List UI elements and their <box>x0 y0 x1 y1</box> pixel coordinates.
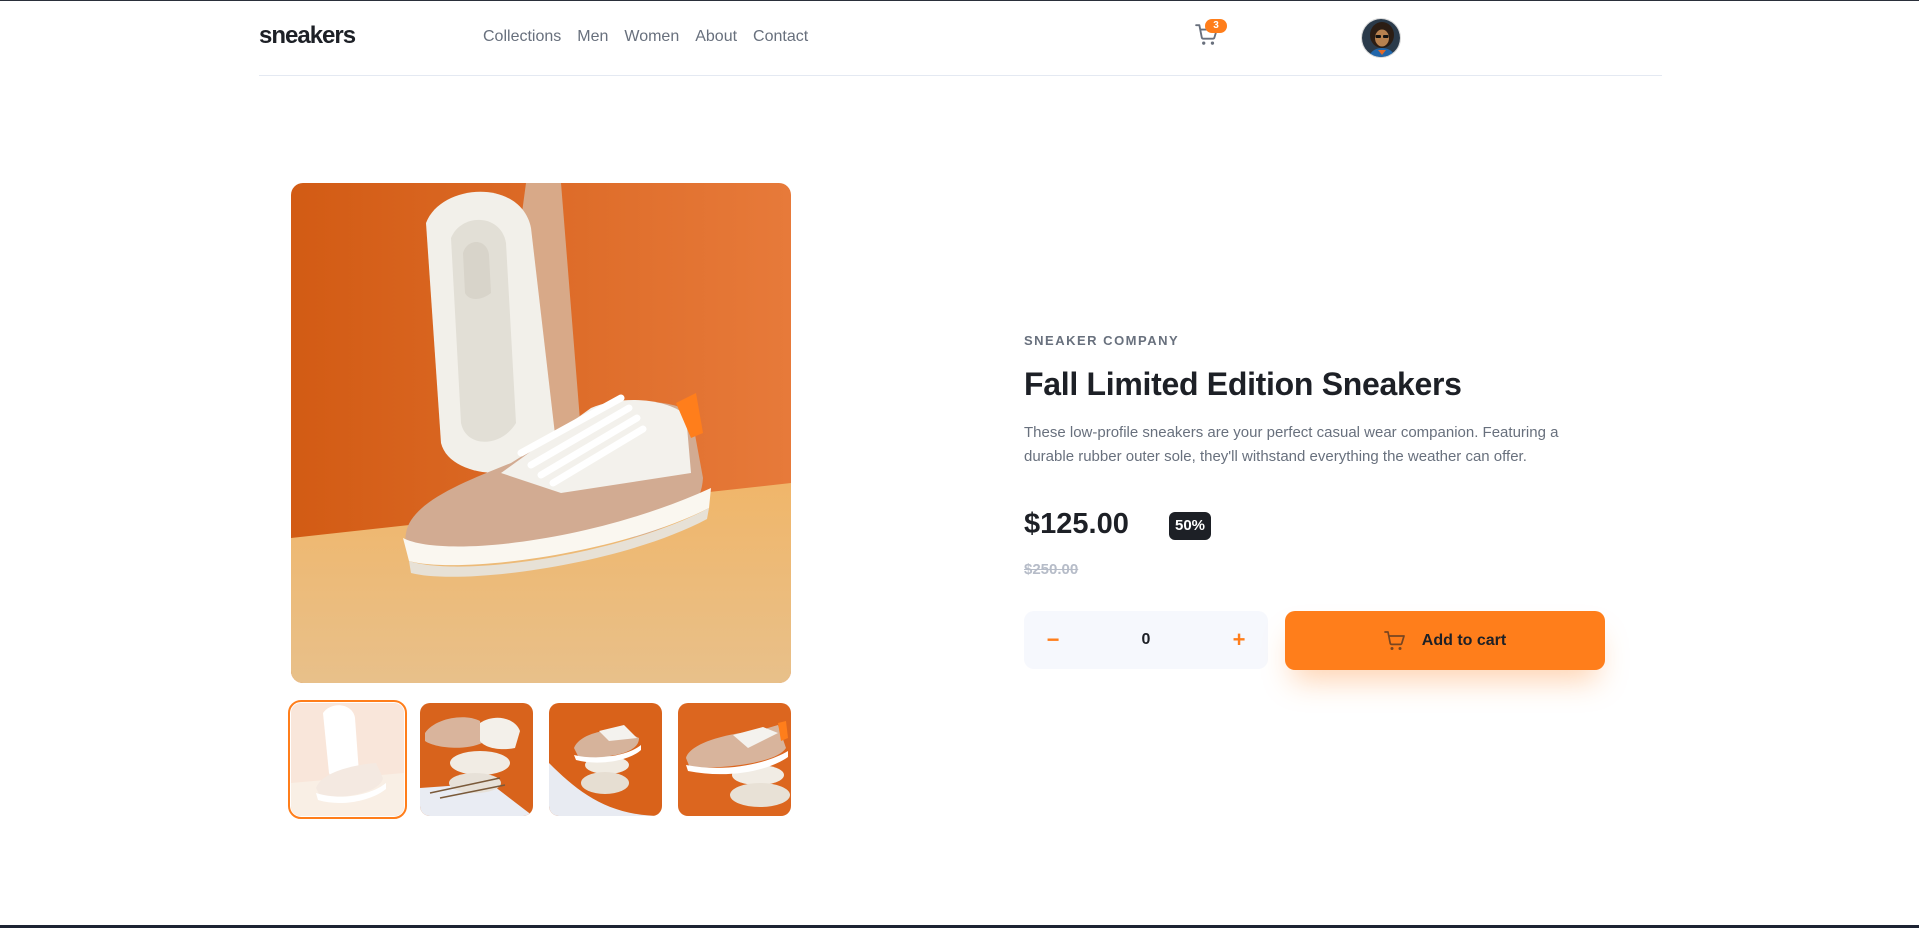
nav-link-collections[interactable]: Collections <box>483 28 561 46</box>
user-avatar[interactable] <box>1361 18 1401 58</box>
logo[interactable]: sneakers <box>259 22 356 50</box>
main-product-image[interactable] <box>291 183 791 683</box>
cart-icon <box>1383 630 1405 650</box>
thumbnail-1-image <box>291 703 404 816</box>
add-to-cart-button[interactable]: Add to cart <box>1285 611 1605 670</box>
current-price: $125.00 <box>1024 508 1129 540</box>
original-price: $250.00 <box>1024 561 1079 578</box>
nav-link-contact[interactable]: Contact <box>753 28 808 46</box>
thumbnail-3[interactable] <box>549 703 662 816</box>
add-to-cart-label: Add to cart <box>1421 631 1507 649</box>
thumbnail-strip <box>288 700 791 819</box>
decrease-quantity-button[interactable]: − <box>1024 611 1082 669</box>
discount-badge: 50% <box>1169 512 1212 540</box>
nav-link-about[interactable]: About <box>695 28 737 46</box>
nav-link-women[interactable]: Women <box>624 28 679 46</box>
cart-count-badge: 3 <box>1205 19 1227 33</box>
site-header: sneakers Collections Men Women About Con… <box>259 0 1662 76</box>
sneaker-photo <box>291 183 791 683</box>
nav-link-men[interactable]: Men <box>577 28 608 46</box>
thumbnail-2[interactable] <box>420 703 533 816</box>
thumbnail-3-image <box>549 703 662 816</box>
thumbnail-4-image <box>678 703 791 816</box>
quantity-stepper: − + <box>1024 611 1268 669</box>
quantity-input[interactable] <box>1082 611 1210 669</box>
avatar-image <box>1362 19 1400 57</box>
main-nav: Collections Men Women About Contact <box>483 28 808 46</box>
increase-quantity-button[interactable]: + <box>1210 611 1268 669</box>
thumbnail-2-image <box>420 703 533 816</box>
company-name: SNEAKER COMPANY <box>1024 333 1180 348</box>
product-title: Fall Limited Edition Sneakers <box>1024 366 1462 402</box>
thumbnail-4[interactable] <box>678 703 791 816</box>
thumbnail-1[interactable] <box>288 700 407 819</box>
product-description: These low-profile sneakers are your perf… <box>1024 424 1559 465</box>
